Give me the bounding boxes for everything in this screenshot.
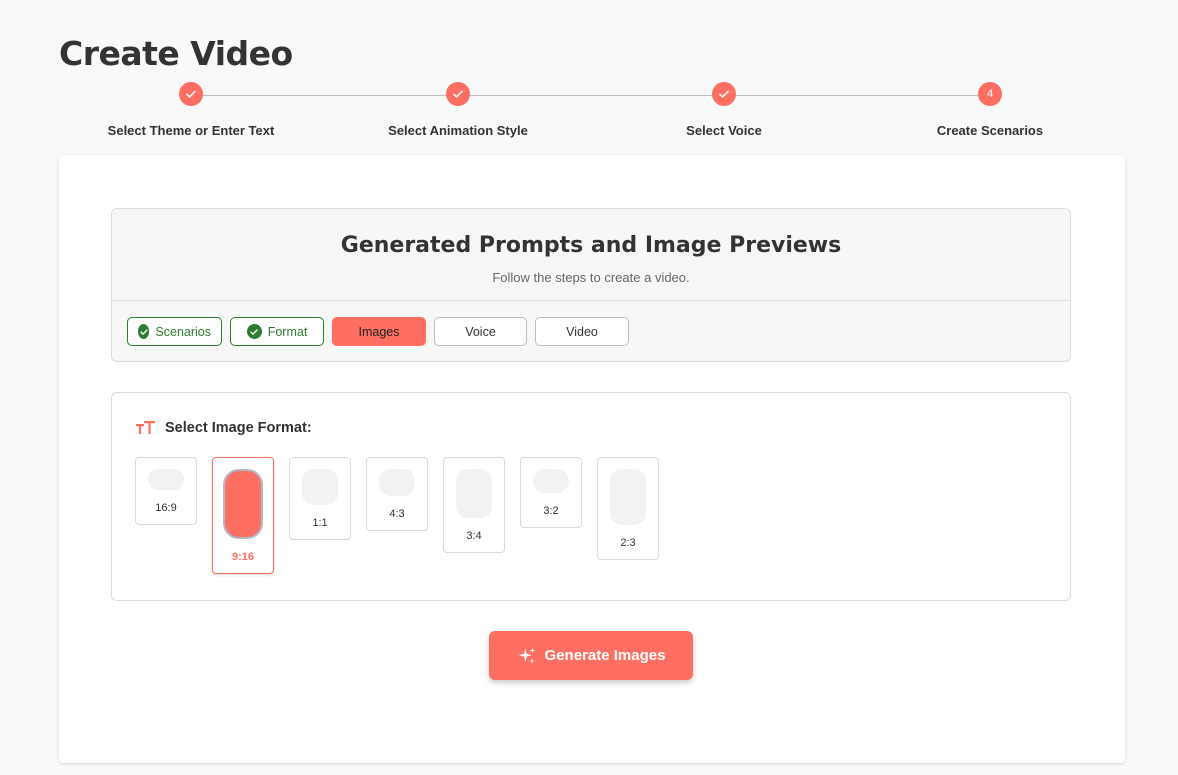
tab-video[interactable]: Video	[535, 317, 629, 346]
tab-images[interactable]: Images	[332, 317, 426, 346]
step-check-icon	[179, 82, 203, 106]
format-option-3-4[interactable]: 3:4	[443, 457, 505, 553]
format-options: 16:9 9:16 1:1 4:3 3:4 3:2 2:3	[135, 457, 659, 574]
format-label: 3:4	[466, 530, 482, 542]
tab-voice[interactable]: Voice	[434, 317, 527, 346]
format-option-3-2[interactable]: 3:2	[520, 457, 582, 528]
tab-label: Scenarios	[155, 324, 211, 339]
format-panel: Select Image Format: 16:9 9:16 1:1 4:3 3…	[111, 392, 1071, 601]
tab-scenarios[interactable]: Scenarios	[127, 317, 222, 346]
header-panel: Generated Prompts and Image Previews Fol…	[111, 208, 1071, 362]
main-card: Generated Prompts and Image Previews Fol…	[59, 155, 1125, 763]
format-label: 9:16	[231, 551, 255, 563]
tab-label: Voice	[465, 324, 496, 339]
step-label: Create Scenarios	[936, 123, 1044, 138]
format-preview	[610, 469, 646, 525]
step-create-scenarios[interactable]: 4 Create Scenarios	[870, 82, 1110, 138]
check-circle-icon	[246, 324, 262, 339]
step-select-theme[interactable]: Select Theme or Enter Text	[71, 82, 311, 138]
section-title: Generated Prompts and Image Previews	[340, 233, 842, 258]
stepper: Select Theme or Enter Text Select Animat…	[0, 82, 1178, 142]
step-label: Select Voice	[686, 123, 762, 138]
tab-label: Video	[566, 324, 598, 339]
format-preview	[302, 469, 338, 505]
sub-step-tabs: Scenarios Format Images Voice Video	[127, 317, 629, 346]
generate-images-label: Generate Images	[544, 647, 666, 664]
format-heading: Select Image Format:	[136, 420, 312, 436]
step-select-voice[interactable]: Select Voice	[604, 82, 844, 138]
format-option-16-9[interactable]: 16:9	[135, 457, 197, 525]
format-preview	[379, 469, 415, 496]
divider	[112, 300, 1070, 301]
format-label: 1:1	[312, 517, 328, 529]
step-check-icon	[446, 82, 470, 106]
text-format-icon	[136, 421, 155, 434]
step-label: Select Animation Style	[388, 123, 528, 138]
format-option-1-1[interactable]: 1:1	[289, 457, 351, 540]
format-option-2-3[interactable]: 2:3	[597, 457, 659, 560]
format-preview	[148, 469, 184, 490]
tab-label: Images	[358, 324, 400, 339]
step-check-icon	[712, 82, 736, 106]
format-label: 4:3	[389, 508, 405, 520]
format-label: 2:3	[620, 537, 636, 549]
step-number: 4	[978, 82, 1002, 106]
format-heading-label: Select Image Format:	[165, 420, 312, 436]
format-preview	[223, 469, 263, 539]
step-label: Select Theme or Enter Text	[107, 123, 275, 138]
generate-images-button[interactable]: Generate Images	[489, 631, 693, 680]
format-option-4-3[interactable]: 4:3	[366, 457, 428, 531]
format-preview	[533, 469, 569, 493]
step-select-animation[interactable]: Select Animation Style	[338, 82, 578, 138]
format-label: 3:2	[543, 505, 559, 517]
format-preview	[456, 469, 492, 518]
tab-label: Format	[267, 324, 308, 339]
check-circle-icon	[138, 324, 150, 339]
sparkle-icon	[518, 647, 535, 663]
section-subtitle: Follow the steps to create a video.	[492, 270, 690, 285]
format-label: 16:9	[155, 502, 177, 514]
format-option-9-16[interactable]: 9:16	[212, 457, 274, 574]
page-title: Create Video	[59, 34, 293, 73]
tab-format[interactable]: Format	[230, 317, 324, 346]
